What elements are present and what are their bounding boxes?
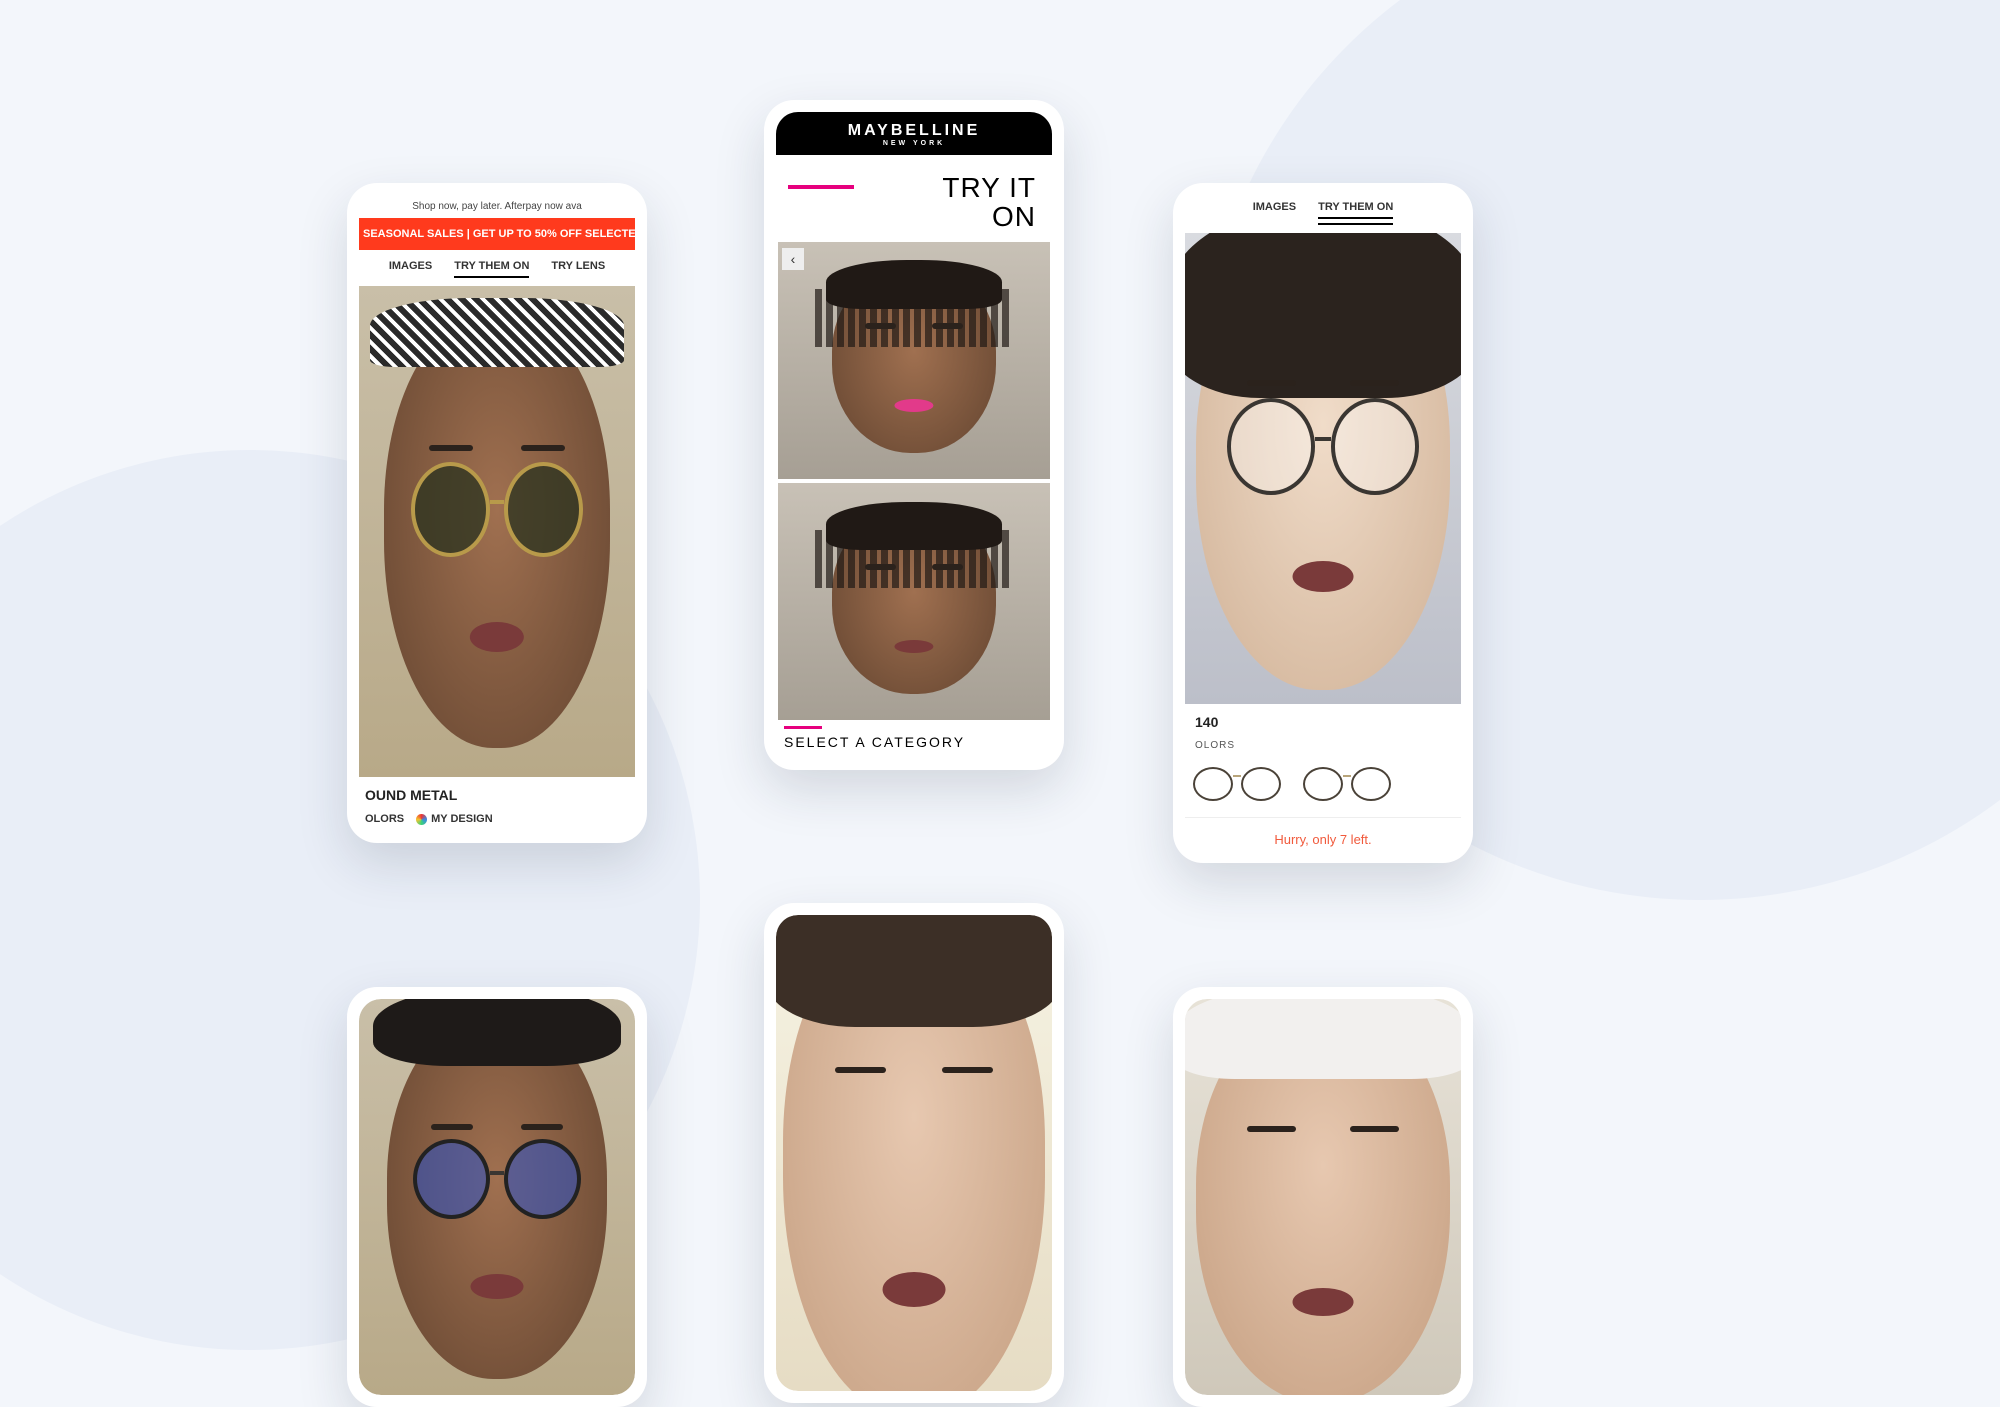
product-sku: 140 [1195,714,1451,730]
user-face-preview [832,268,995,453]
makeup-preview-bottom [778,483,1050,720]
tab-try-them-on[interactable]: TRY THEM ON [454,260,529,278]
announce-bar: Shop now, pay later. Afterpay now ava [359,195,635,218]
tab-try-them-on[interactable]: TRY THEM ON [1318,201,1393,225]
tab-bar: IMAGES TRY THEM ON [1185,195,1461,233]
sunglasses-overlay [411,462,583,557]
phone-mockup-bottom-center [764,903,1064,1403]
user-face-preview [1196,247,1450,690]
phone-mockup-eyeglasses: IMAGES TRY THEM ON 140 OLORS [1173,183,1473,863]
phone-mockup-bottom-left [347,987,647,1407]
color-variant-row [1185,751,1461,809]
phone-mockup-maybelline: MAYBELLINE NEW YORK TRY IT ON ‹ [764,100,1064,770]
colors-label: OLORS [365,813,404,825]
try-on-viewer [359,286,635,777]
stock-warning: Hurry, only 7 left. [1185,817,1461,851]
product-name: OUND METAL [359,777,635,803]
variant-thumb[interactable] [1303,761,1391,805]
brand-header: MAYBELLINE NEW YORK [776,112,1052,155]
phone-mockup-bottom-right [1173,987,1473,1407]
tab-bar: IMAGES TRY THEM ON TRY LENS [359,250,635,286]
user-face-preview [1196,1007,1450,1395]
brand-subtitle: NEW YORK [776,140,1052,147]
colors-label: OLORS [1195,740,1451,751]
promo-banner: SEASONAL SALES | GET UP TO 50% OFF SELEC… [359,218,635,250]
user-face-preview [387,1015,608,1379]
tab-try-lens[interactable]: TRY LENS [551,260,605,278]
camera-preview [1185,999,1461,1395]
phone-mockup-sunglasses: Shop now, pay later. Afterpay now ava SE… [347,183,647,843]
tab-images[interactable]: IMAGES [1253,201,1296,225]
camera-preview [359,999,635,1395]
select-category-label[interactable]: SELECT A CATEGORY [776,720,1052,758]
user-face-preview [832,509,995,694]
brand-name: MAYBELLINE [848,122,981,139]
camera-preview [776,915,1052,1391]
try-on-viewer [1185,233,1461,704]
try-it-on-heading: TRY IT ON [776,155,1052,242]
hood-icon [1185,999,1461,1079]
chevron-left-icon[interactable]: ‹ [782,248,804,270]
tab-images[interactable]: IMAGES [389,260,432,278]
user-face-preview [783,917,1045,1391]
user-face-preview [384,315,610,747]
glasses-overlay [1227,398,1420,495]
glasses-overlay [413,1139,581,1219]
variant-thumb[interactable] [1193,761,1281,805]
my-design-button[interactable]: MY DESIGN [416,813,493,825]
makeup-preview-top: ‹ [778,242,1050,479]
